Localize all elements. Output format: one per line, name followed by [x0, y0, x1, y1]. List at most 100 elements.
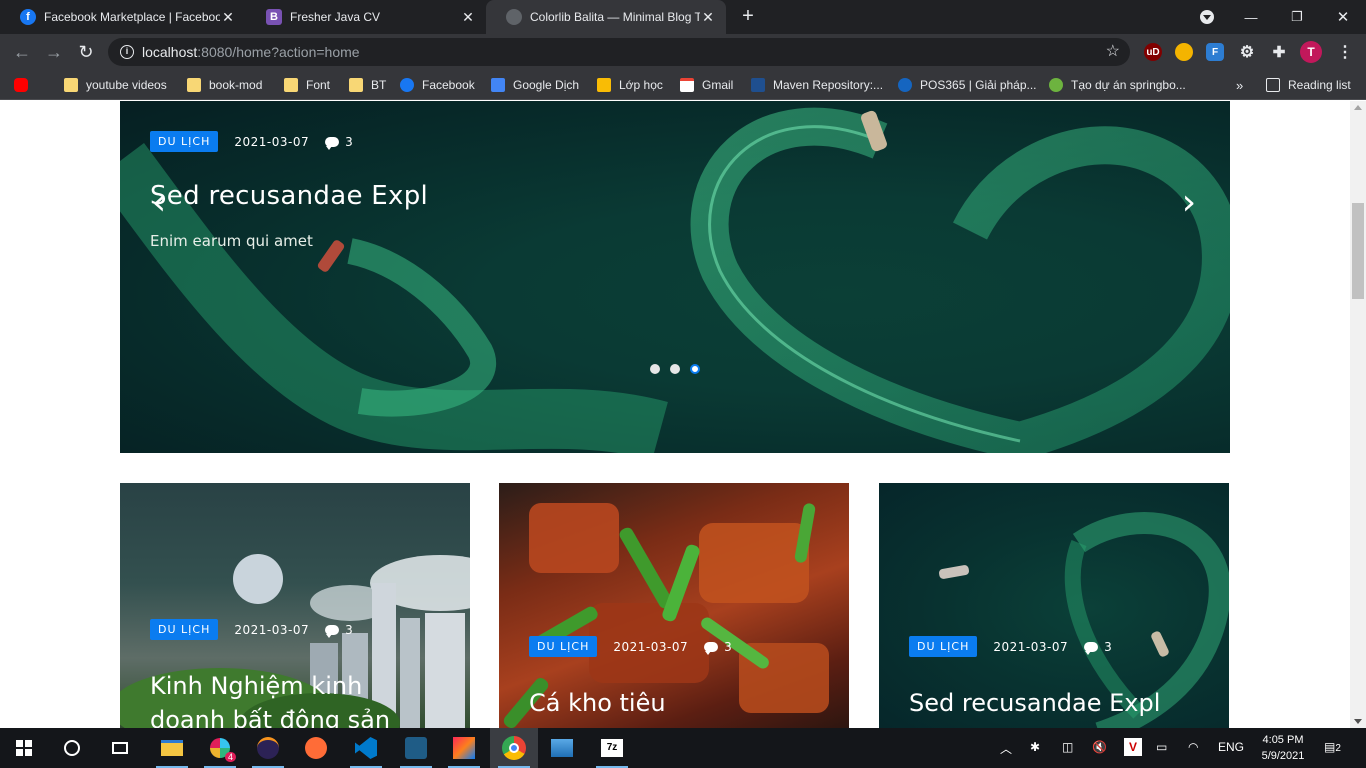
slack-tray-icon[interactable]: ✱	[1030, 740, 1040, 754]
taskbar-intellij[interactable]	[440, 728, 488, 768]
search-button[interactable]	[48, 728, 96, 768]
task-view-button[interactable]	[96, 728, 144, 768]
chrome-icon	[502, 736, 526, 760]
slider-dot-1[interactable]	[650, 364, 660, 374]
bookmark-facebook[interactable]: Facebook	[400, 76, 475, 94]
card-title[interactable]: Cá kho tiêu	[529, 686, 666, 720]
bookmark-youtube-videos[interactable]: youtube videos	[64, 76, 167, 94]
reading-list-button[interactable]: Reading list	[1266, 76, 1351, 94]
reading-list-icon	[1266, 78, 1280, 92]
more-bookmarks-button[interactable]: »	[1236, 76, 1243, 94]
slider-dot-3[interactable]	[690, 364, 700, 374]
bookmark-book-mod[interactable]: book-mod	[187, 76, 262, 94]
url-text[interactable]: localhost:8080/home?action=home	[142, 44, 360, 60]
category-badge[interactable]: DU LỊCH	[150, 619, 219, 640]
taskbar-slack[interactable]: 4	[196, 728, 244, 768]
bookmark-pos365[interactable]: POS365 | Giải pháp...	[898, 76, 1037, 94]
mysql-workbench-icon	[405, 737, 427, 759]
extension-icon[interactable]	[1175, 43, 1193, 61]
photos-icon	[551, 739, 573, 757]
bookmark-maven[interactable]: Maven Repository:...	[751, 76, 883, 94]
system-clock[interactable]: 4:05 PM 5/9/2021	[1254, 732, 1312, 764]
classroom-icon	[597, 78, 611, 92]
notification-icon: ▤	[1324, 740, 1336, 754]
profile-avatar[interactable]: T	[1300, 41, 1322, 63]
post-card[interactable]: DU LỊCH 2021-03-07 3 Kinh Nghiệm kinh do…	[120, 483, 470, 728]
tab-facebook-marketplace[interactable]: f Facebook Marketplace | Facebook ✕	[0, 0, 246, 34]
post-date: 2021-03-07	[993, 639, 1069, 654]
close-window-button[interactable]: ✕	[1320, 0, 1366, 34]
post-card[interactable]: DU LỊCH 2021-03-07 3 Sed recusandae Expl	[879, 483, 1229, 728]
back-button[interactable]: ←	[10, 40, 34, 64]
close-tab-icon[interactable]: ✕	[220, 9, 236, 26]
card-meta: DU LỊCH 2021-03-07 3	[150, 619, 353, 640]
comment-count: 3	[724, 639, 733, 654]
card-title[interactable]: Kinh Nghiệm kinh doanh bất động sản	[150, 669, 390, 728]
taskbar-file-explorer[interactable]	[148, 728, 196, 768]
new-tab-button[interactable]: +	[738, 6, 758, 26]
meet-now-icon[interactable]: ◫	[1062, 740, 1073, 754]
tab-fresher-java-cv[interactable]: B Fresher Java CV ✕	[246, 0, 486, 34]
comment-count: 3	[345, 134, 354, 149]
post-card[interactable]: DU LỊCH 2021-03-07 3 Cá kho tiêu	[499, 483, 849, 728]
page-scrollbar[interactable]	[1350, 101, 1366, 728]
eclipse-icon	[257, 737, 279, 759]
close-tab-icon[interactable]: ✕	[700, 9, 716, 26]
bookmark-star-icon[interactable]: ☆	[1106, 41, 1120, 61]
site-info-icon[interactable]: i	[120, 45, 134, 59]
bookmark-bt[interactable]: BT	[349, 76, 386, 94]
google-translate-icon	[491, 78, 505, 92]
reload-button[interactable]: ↻	[74, 40, 98, 64]
show-hidden-icons-button[interactable]: ︿	[1000, 740, 1012, 757]
tab-colorlib-balita[interactable]: Colorlib Balita — Minimal Blog Template …	[486, 0, 726, 34]
close-tab-icon[interactable]: ✕	[460, 9, 476, 26]
taskbar-photos[interactable]	[538, 728, 586, 768]
scrollbar-thumb[interactable]	[1352, 203, 1364, 299]
bookmark-lop-hoc[interactable]: Lớp học	[597, 76, 663, 94]
slider-dot-2[interactable]	[670, 364, 680, 374]
comment-icon	[1084, 641, 1099, 655]
bookmark-spring[interactable]: Tạo dự án springbo...	[1049, 76, 1186, 94]
bookmark-gmail[interactable]: Gmail	[680, 76, 733, 94]
scroll-down-arrow-icon[interactable]	[1354, 719, 1362, 724]
notification-center-button[interactable]: ▤2	[1324, 740, 1341, 754]
restore-button[interactable]: ❐	[1274, 0, 1320, 34]
taskbar-vscode[interactable]	[342, 728, 390, 768]
vietkey-icon[interactable]: V	[1124, 738, 1142, 756]
tab-search-icon[interactable]	[1200, 10, 1214, 24]
slider-next-button[interactable]: ›	[1174, 183, 1204, 223]
folder-icon	[64, 78, 78, 92]
category-badge[interactable]: DU LỊCH	[529, 636, 598, 657]
taskbar-mysql-workbench[interactable]	[392, 728, 440, 768]
settings-extension-icon[interactable]: ⚙	[1238, 43, 1256, 61]
ublock-icon[interactable]: uD	[1144, 43, 1162, 61]
card-title[interactable]: Sed recusandae Expl	[909, 686, 1160, 720]
category-badge[interactable]: DU LỊCH	[150, 131, 219, 152]
slider-prev-button[interactable]: ‹	[144, 183, 174, 223]
start-button[interactable]	[0, 728, 48, 768]
forward-button[interactable]: →	[42, 40, 66, 64]
taskbar-7zip[interactable]: 7z	[588, 728, 636, 768]
wifi-icon[interactable]: ◠	[1188, 740, 1198, 754]
taskbar-eclipse[interactable]	[244, 728, 292, 768]
language-indicator[interactable]: ENG	[1218, 740, 1244, 754]
taskbar-postman[interactable]	[292, 728, 340, 768]
hero-title[interactable]: Sed recusandae Expl	[150, 181, 428, 211]
bookmark-font[interactable]: Font	[284, 76, 330, 94]
category-badge[interactable]: DU LỊCH	[909, 636, 978, 657]
comment-count: 3	[1104, 639, 1113, 654]
menu-icon[interactable]: ⋮	[1336, 43, 1354, 61]
address-bar[interactable]: i localhost:8080/home?action=home ☆	[108, 38, 1130, 66]
post-date: 2021-03-07	[613, 639, 689, 654]
puzzle-icon[interactable]: ✚	[1270, 43, 1288, 61]
battery-icon[interactable]: ▭	[1156, 740, 1167, 754]
taskbar-chrome[interactable]	[490, 728, 538, 768]
hero-slider[interactable]: DU LỊCH 2021-03-07 3 Sed recusandae Expl…	[120, 101, 1230, 453]
bookmark-youtube[interactable]	[14, 76, 36, 94]
fi-extension-icon[interactable]: F	[1206, 43, 1224, 61]
bookmark-google-dich[interactable]: Google Dịch	[491, 76, 579, 94]
volume-muted-icon[interactable]: 🔇	[1092, 740, 1107, 754]
minimize-button[interactable]: —	[1228, 0, 1274, 34]
scroll-up-arrow-icon[interactable]	[1354, 105, 1362, 110]
comment-icon	[325, 136, 340, 150]
